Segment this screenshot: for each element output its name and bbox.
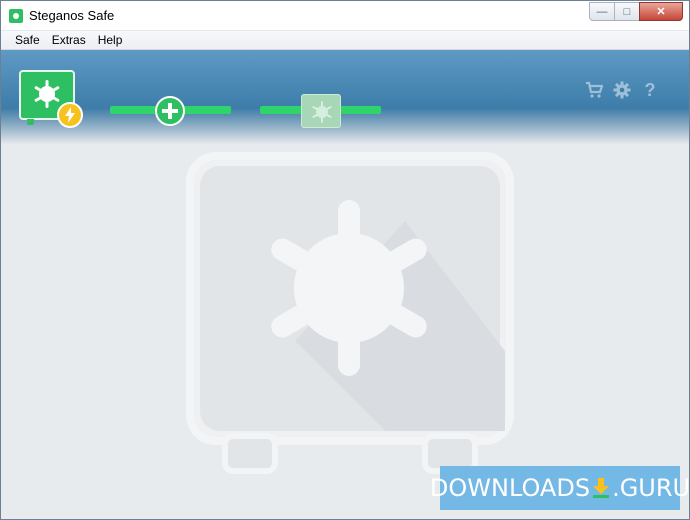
gear-icon[interactable] — [613, 80, 631, 100]
title-bar: Steganos Safe — □ ✕ — [1, 1, 689, 31]
lightning-icon — [57, 102, 83, 128]
minimize-button[interactable]: — — [589, 2, 615, 21]
menu-safe[interactable]: Safe — [9, 33, 46, 47]
app-window: Steganos Safe — □ ✕ Safe Extras Help ? — [0, 0, 690, 520]
watermark-banner: DOWNLOADS .GURU — [430, 466, 690, 510]
window-title: Steganos Safe — [29, 8, 115, 23]
safe-foot — [27, 119, 34, 125]
open-safe-button[interactable] — [301, 94, 341, 128]
watermark-text-left: DOWNLOADS — [429, 474, 591, 502]
header-band: ? — [1, 50, 689, 151]
maximize-button[interactable]: □ — [614, 2, 640, 21]
help-icon[interactable]: ? — [641, 80, 659, 100]
header-fade — [1, 108, 689, 151]
app-icon — [9, 9, 23, 23]
add-safe-button[interactable] — [155, 96, 185, 126]
main-area — [1, 151, 689, 519]
watermark-text-right: .GURU — [612, 474, 690, 502]
plus-icon — [162, 103, 178, 119]
window-controls: — □ ✕ — [589, 2, 683, 21]
menu-bar: Safe Extras Help — [1, 31, 689, 50]
background-safe-illustration — [186, 152, 514, 474]
header-icons: ? — [585, 80, 659, 100]
menu-help[interactable]: Help — [92, 33, 129, 47]
safe-dial-icon — [34, 80, 60, 108]
safe-icon — [312, 101, 332, 123]
download-arrow-icon — [592, 477, 610, 499]
close-button[interactable]: ✕ — [639, 2, 683, 21]
cart-icon[interactable] — [585, 80, 603, 100]
menu-extras[interactable]: Extras — [46, 33, 92, 47]
